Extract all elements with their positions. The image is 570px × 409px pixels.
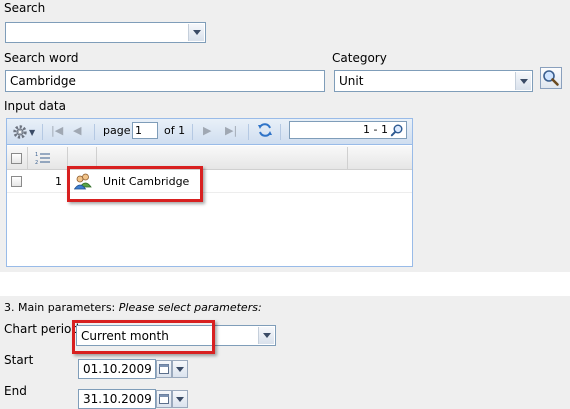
calendar-icon <box>159 364 169 374</box>
toolbar-separator <box>94 124 95 140</box>
refresh-button[interactable] <box>257 122 273 141</box>
row-number-header: 1 2 <box>35 151 51 168</box>
grid-search-box[interactable]: 1 - 1 <box>289 121 407 139</box>
refresh-icon <box>258 123 272 137</box>
toolbar-separator <box>248 124 249 140</box>
first-page-icon[interactable]: |◀ <box>51 124 63 137</box>
search-word-input[interactable]: Cambridge <box>5 70 325 92</box>
end-date-dropdown[interactable] <box>172 390 188 408</box>
gear-icon <box>13 125 27 139</box>
toolbar-separator <box>192 124 193 140</box>
last-page-icon[interactable]: ▶| <box>225 124 237 137</box>
main-parameters-label: 3. Main parameters: <box>4 301 116 314</box>
end-label: End <box>4 384 27 398</box>
search-combo[interactable] <box>5 22 206 43</box>
row-index: 1 <box>55 175 62 188</box>
search-word-label: Search word <box>4 51 79 65</box>
chevron-down-icon[interactable] <box>258 327 274 344</box>
magnifier-icon <box>543 70 559 86</box>
calendar-icon <box>159 394 169 404</box>
next-page-icon[interactable]: ▶ <box>203 124 211 137</box>
column-divider <box>347 147 348 169</box>
page-number-input[interactable]: 1 <box>132 122 158 139</box>
page-label: page <box>103 124 131 137</box>
search-icon[interactable] <box>390 123 404 137</box>
search-button[interactable] <box>540 67 562 89</box>
column-divider <box>27 147 28 169</box>
input-data-label: Input data <box>4 99 66 113</box>
main-parameters-hint: Please select parameters: <box>118 301 262 314</box>
chevron-down-icon <box>176 396 184 402</box>
start-calendar-button[interactable] <box>156 360 172 378</box>
category-label: Category <box>332 51 387 65</box>
end-calendar-button[interactable] <box>156 390 172 408</box>
highlight-box <box>72 320 215 354</box>
toolbar-separator <box>280 124 281 140</box>
category-select-value: Unit <box>339 74 364 88</box>
chevron-down-icon[interactable] <box>515 72 531 90</box>
numbered-list-icon: 1 2 <box>35 152 50 166</box>
chevron-down-icon[interactable] <box>188 24 204 41</box>
search-label: Search <box>4 1 46 15</box>
start-date-input[interactable]: 01.10.2009 <box>78 359 156 379</box>
page-count-label: of 1 <box>164 124 186 137</box>
main-parameters-heading: 3. Main parameters: Please select parame… <box>4 301 262 314</box>
select-all-checkbox[interactable] <box>11 153 22 164</box>
toolbar-separator <box>42 124 43 140</box>
start-date-dropdown[interactable] <box>172 360 188 378</box>
start-label: Start <box>4 353 34 367</box>
end-date-input[interactable]: 31.10.2009 <box>78 389 156 409</box>
record-count: 1 - 1 <box>363 123 388 136</box>
prev-page-icon[interactable]: ◀ <box>73 124 81 137</box>
chart-period-label: Chart period <box>4 322 80 336</box>
svg-text:1: 1 <box>35 152 38 158</box>
row-checkbox[interactable] <box>11 176 22 187</box>
category-select[interactable]: Unit <box>334 70 533 92</box>
chevron-down-icon <box>176 366 184 372</box>
svg-text:2: 2 <box>35 160 38 165</box>
highlight-box <box>67 166 203 202</box>
settings-button[interactable]: ▼ <box>12 123 38 141</box>
chevron-down-icon: ▼ <box>29 127 36 137</box>
